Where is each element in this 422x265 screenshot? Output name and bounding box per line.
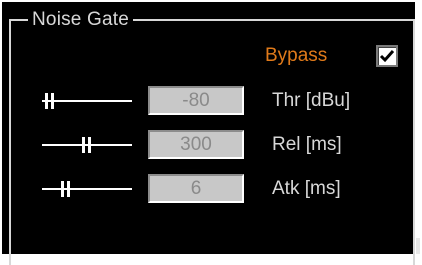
checkmark-icon [379,50,395,63]
attack-value-field[interactable]: 6 [148,174,244,203]
release-value-field[interactable]: 300 [148,130,244,159]
slider-track [42,100,132,102]
group-title: Noise Gate [28,9,134,31]
release-slider[interactable] [42,133,132,157]
bypass-checkbox[interactable] [376,45,398,67]
slider-track [42,188,132,190]
slider-thumb[interactable] [61,181,71,197]
slider-thumb[interactable] [45,93,55,109]
threshold-unit-label: Thr [dBu] [272,90,351,111]
attack-slider[interactable] [42,177,132,201]
threshold-slider[interactable] [42,89,132,113]
noise-gate-panel: Noise Gate Bypass -80 Thr [dBu] 300 Rel … [2,2,415,265]
slider-thumb[interactable] [82,137,92,153]
edge-artifact [416,238,420,254]
attack-unit-label: Atk [ms] [272,178,341,199]
threshold-value-field[interactable]: -80 [148,86,244,115]
bypass-label: Bypass [265,45,328,66]
release-unit-label: Rel [ms] [272,134,342,155]
